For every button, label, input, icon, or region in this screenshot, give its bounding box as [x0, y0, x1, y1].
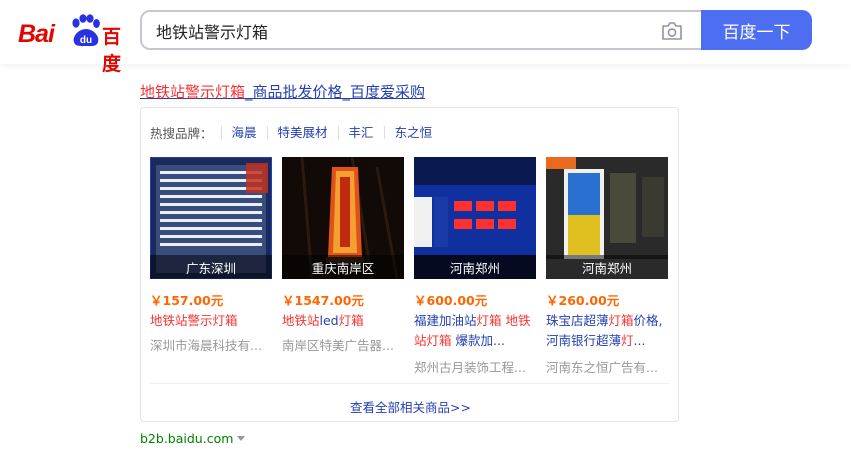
product-list: 广东深圳 ￥157.00元 地铁站警示灯箱 深圳市海晨科技有... 重庆南岸区 …	[150, 157, 669, 375]
camera-icon[interactable]	[660, 20, 684, 42]
top-header: Bai du 百度 百度一下	[0, 0, 851, 75]
product-company: 深圳市海晨科技有...	[150, 338, 262, 353]
product-location: 河南郑州	[414, 255, 536, 279]
product-location: 重庆南岸区	[282, 255, 404, 279]
product-name-part: 爆款加...	[451, 333, 505, 348]
product-name-part: led	[319, 313, 339, 328]
product-name-part: 福建加油站	[414, 313, 477, 328]
result-title-link[interactable]: 地铁站警示灯箱_商品批发价格_百度爱采购	[140, 81, 425, 102]
product-location: 广东深圳	[150, 255, 272, 279]
product-name-part: 灯箱	[338, 313, 364, 328]
product-name-part: ...	[633, 333, 646, 348]
product-name-link[interactable]: 珠宝店超薄灯箱价格,河南银行超薄灯...	[546, 311, 674, 351]
product-item[interactable]: 河南郑州 ￥260.00元 珠宝店超薄灯箱价格,河南银行超薄灯... 河南东之恒…	[546, 157, 668, 375]
product-price: ￥1547.00元	[282, 293, 364, 308]
product-name-link[interactable]: 地铁站警示灯箱	[150, 311, 278, 331]
product-thumbnail[interactable]: 河南郑州	[414, 157, 536, 279]
result-title-highlight: 地铁站警示灯箱	[140, 83, 246, 101]
hot-brands-label: 热搜品牌：	[150, 126, 213, 141]
logo-paw-text: du	[80, 35, 92, 46]
product-name-link[interactable]: 地铁站led灯箱	[282, 311, 410, 331]
product-name-part: 地铁站警示灯箱	[150, 313, 238, 328]
search-box	[140, 10, 702, 50]
product-price: ￥157.00元	[150, 293, 224, 308]
caret-down-icon[interactable]	[237, 436, 246, 441]
hot-brand-link[interactable]: 海晨	[220, 126, 267, 139]
product-name-part: 地铁站	[282, 313, 320, 328]
search-button[interactable]: 百度一下	[701, 10, 812, 50]
hot-brand-link[interactable]: 东之恒	[383, 126, 443, 139]
product-item[interactable]: 广东深圳 ￥157.00元 地铁站警示灯箱 深圳市海晨科技有...	[150, 157, 272, 353]
card-divider	[150, 383, 669, 384]
product-company: 南岸区特美广告器...	[282, 338, 394, 353]
search-input[interactable]	[156, 20, 636, 42]
product-item[interactable]: 重庆南岸区 ￥1547.00元 地铁站led灯箱 南岸区特美广告器...	[282, 157, 404, 353]
product-card: 热搜品牌： 海晨 特美展材 丰汇 东之恒 广东深圳 ￥157.00元 地铁站警示…	[140, 107, 679, 422]
product-price: ￥260.00元	[546, 293, 620, 308]
product-name-link[interactable]: 福建加油站灯箱 地铁站灯箱 爆款加...	[414, 311, 542, 351]
hot-brand-link[interactable]: 丰汇	[337, 126, 384, 139]
source-url[interactable]: b2b.baidu.com	[140, 431, 246, 446]
source-url-text: b2b.baidu.com	[140, 431, 234, 446]
result-title-rest: _商品批发价格_百度爱采购	[245, 83, 426, 101]
product-name-part: 珠宝店超薄	[546, 313, 609, 328]
product-name-part: 灯	[621, 333, 634, 348]
hot-brand-link[interactable]: 特美展材	[266, 126, 338, 139]
product-location: 河南郑州	[546, 255, 668, 279]
product-name-part: 灯箱	[608, 313, 634, 328]
logo-latin: Bai	[18, 20, 55, 48]
product-price: ￥600.00元	[414, 293, 488, 308]
product-thumbnail[interactable]: 重庆南岸区	[282, 157, 404, 279]
baidu-logo[interactable]: Bai du 百度	[18, 14, 124, 75]
product-name-part: 灯箱	[476, 313, 502, 328]
view-all-products-link[interactable]: 查看全部相关商品>>	[141, 397, 680, 416]
product-company: 郑州古月装饰工程...	[414, 360, 526, 375]
product-thumbnail[interactable]: 河南郑州	[546, 157, 668, 279]
product-item[interactable]: 河南郑州 ￥600.00元 福建加油站灯箱 地铁站灯箱 爆款加... 郑州古月装…	[414, 157, 536, 375]
paw-logo-icon: du	[72, 14, 100, 47]
hot-brands: 热搜品牌： 海晨 特美展材 丰汇 东之恒	[150, 123, 442, 142]
product-thumbnail[interactable]: 广东深圳	[150, 157, 272, 279]
logo-chinese: 百度	[102, 26, 121, 75]
product-company: 河南东之恒广告有...	[546, 360, 658, 375]
